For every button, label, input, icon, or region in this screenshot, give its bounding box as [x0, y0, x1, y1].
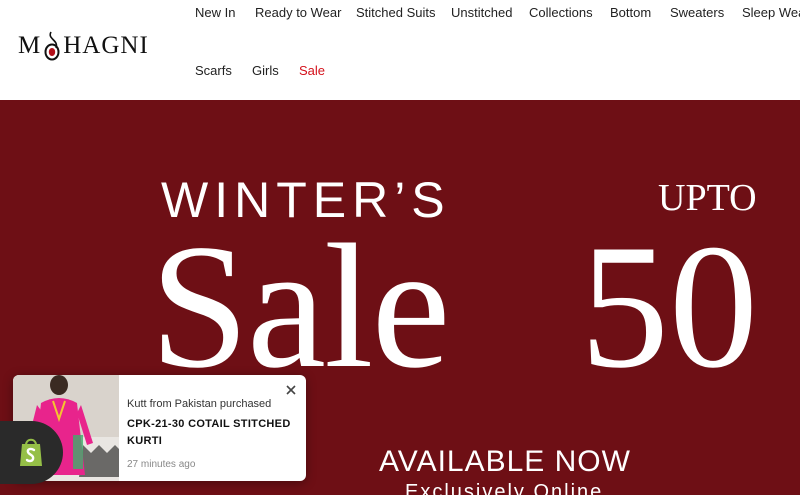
- nav-ready-to-wear[interactable]: Ready to Wear: [255, 5, 341, 21]
- hero-exclusive-online: Exclusively Online: [405, 481, 604, 495]
- shopify-bag-icon: [20, 438, 42, 466]
- nav-sleep-wear[interactable]: Sleep Wear: [742, 5, 800, 21]
- popup-purchased-text: Kutt from Pakistan purchased: [127, 398, 272, 410]
- nav-sweaters[interactable]: Sweaters: [670, 5, 724, 21]
- nav-unstitched[interactable]: Unstitched: [451, 5, 512, 21]
- shopify-badge[interactable]: [0, 421, 63, 484]
- nav-scarfs[interactable]: Scarfs: [195, 63, 232, 79]
- nav-bottom[interactable]: Bottom: [610, 5, 651, 21]
- popup-product-name[interactable]: CPK-21-30 COTAIL STITCHED KURTI: [127, 416, 297, 450]
- hero-percent: 50: [580, 207, 758, 405]
- popup-text-block: Kutt from Pakistan purchased CPK-21-30 C…: [127, 397, 297, 472]
- nav-new-in[interactable]: New In: [195, 5, 235, 21]
- hero-available-now: AVAILABLE NOW: [379, 445, 631, 478]
- close-icon[interactable]: [284, 383, 298, 397]
- popup-time-ago: 27 minutes ago: [127, 459, 196, 470]
- main-nav: New In Ready to Wear Stitched Suits Unst…: [0, 0, 800, 100]
- nav-sale[interactable]: Sale: [299, 63, 325, 79]
- nav-girls[interactable]: Girls: [252, 63, 279, 79]
- nav-collections[interactable]: Collections: [529, 5, 593, 21]
- site-header: M HAGNI New In Ready to Wear Stitched Su…: [0, 0, 800, 100]
- nav-stitched-suits[interactable]: Stitched Suits: [356, 5, 436, 21]
